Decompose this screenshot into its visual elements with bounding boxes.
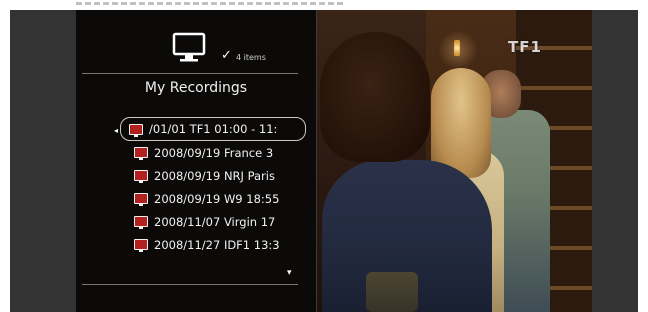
recording-icon bbox=[134, 193, 148, 206]
scene-person-foreground-hair bbox=[320, 32, 430, 162]
recordings-panel: ✓ 4 items My Recordings ◂ /01/01 TF1 01:… bbox=[76, 10, 317, 312]
item-count: 4 items bbox=[236, 53, 266, 62]
scroll-down-icon[interactable]: ▾ bbox=[287, 268, 292, 278]
recording-label: 2008/09/19 W9 18:55 bbox=[154, 191, 280, 206]
recording-icon bbox=[134, 147, 148, 160]
recording-label: 2008/11/27 IDF1 13:3 bbox=[154, 237, 280, 252]
top-strip bbox=[76, 0, 592, 10]
recording-label: /01/01 TF1 01:00 - 11: bbox=[149, 122, 278, 136]
recording-icon bbox=[134, 216, 148, 229]
recording-icon bbox=[134, 170, 148, 183]
recording-label: 2008/09/19 France 3 bbox=[154, 145, 274, 160]
recording-label: 2008/09/19 NRJ Paris bbox=[154, 168, 275, 183]
left-pillarbox bbox=[10, 10, 76, 312]
recording-item-5[interactable]: 2008/11/07 Virgin 17 bbox=[126, 210, 308, 233]
tv-screen: TF1 ✓ 4 items My Recordings ◂ /01/01 TF1… bbox=[10, 10, 638, 312]
header-divider bbox=[82, 73, 298, 74]
recording-item-4[interactable]: 2008/09/19 W9 18:55 bbox=[126, 187, 308, 210]
recording-icon bbox=[134, 239, 148, 252]
top-strip-pattern bbox=[76, 2, 346, 5]
selection-arrow-icon: ◂ bbox=[114, 126, 119, 135]
recording-item-2[interactable]: 2008/09/19 France 3 bbox=[126, 141, 308, 164]
recording-item-1[interactable]: /01/01 TF1 01:00 - 11: bbox=[120, 117, 306, 141]
check-icon: ✓ bbox=[221, 48, 232, 63]
recording-icon bbox=[129, 123, 143, 137]
tv-icon bbox=[172, 32, 206, 62]
recordings-list: /01/01 TF1 01:00 - 11: 2008/09/19 France… bbox=[120, 117, 308, 256]
channel-logo: TF1 bbox=[508, 38, 542, 56]
scene-lamp bbox=[454, 40, 460, 56]
panel-title: My Recordings bbox=[144, 80, 248, 96]
right-pillarbox bbox=[592, 10, 638, 312]
recording-label: 2008/11/07 Virgin 17 bbox=[154, 214, 276, 229]
recording-item-3[interactable]: 2008/09/19 NRJ Paris bbox=[126, 164, 308, 187]
recording-item-6[interactable]: 2008/11/27 IDF1 13:3 bbox=[126, 233, 308, 256]
scene-shirt-print bbox=[366, 272, 418, 312]
footer-divider bbox=[82, 284, 298, 285]
